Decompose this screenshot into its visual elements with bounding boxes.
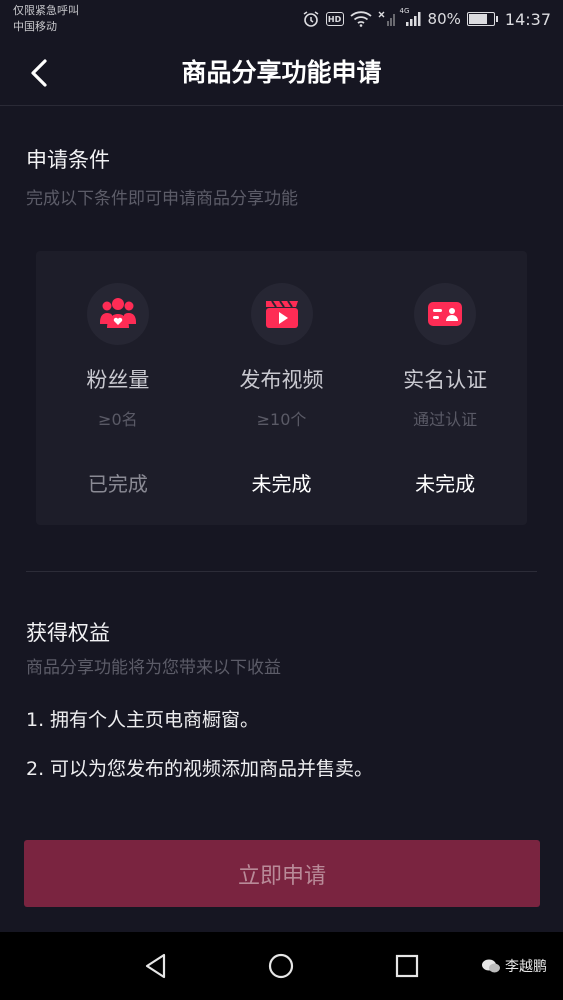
id-card-icon: [414, 283, 477, 345]
emergency-text: 仅限紧急呼叫: [13, 4, 79, 17]
nav-recents-button[interactable]: [393, 952, 421, 984]
list-item-text: 拥有个人主页电商橱窗。: [50, 709, 260, 731]
condition-videos: 发布视频 ≥10个 未完成: [200, 251, 364, 525]
status-bar-left: 仅限紧急呼叫 中国移动: [13, 3, 79, 35]
triangle-back-icon: [145, 953, 166, 979]
benefits-subtitle: 商品分享功能将为您带来以下收益: [26, 658, 281, 678]
nav-back-button[interactable]: [142, 952, 170, 984]
conditions-title: 申请条件: [26, 148, 110, 172]
benefits-title: 获得权益: [26, 621, 110, 645]
battery-icon: [466, 12, 498, 26]
list-item-number: 1.: [26, 709, 45, 731]
carrier-name: 中国移动: [13, 20, 57, 33]
apply-button[interactable]: 立即申请: [24, 840, 540, 907]
condition-requirement: ≥10个: [256, 410, 307, 429]
nav-home-button[interactable]: [267, 952, 295, 984]
alarm-icon: [302, 10, 320, 28]
fans-icon: [86, 283, 149, 345]
section-divider: [26, 571, 537, 572]
cell-signal-icon: 4G: [400, 7, 422, 27]
condition-fans: 粉丝量 ≥0名 已完成: [36, 251, 200, 525]
condition-status: 已完成: [87, 472, 148, 496]
benefits-list: 1. 拥有个人主页电商橱窗。 2. 可以为您发布的视频添加商品并售卖。: [26, 706, 537, 804]
condition-label: 实名认证: [403, 368, 488, 392]
circle-home-icon: [268, 953, 294, 979]
wechat-icon: [482, 959, 500, 973]
conditions-card: 粉丝量 ≥0名 已完成 发布视频 ≥10个 未完成 实名认证 通过认证 未完成: [36, 251, 527, 525]
status-bar-right: HD 4G 80% 14:37: [302, 7, 551, 30]
conditions-subtitle: 完成以下条件即可申请商品分享功能: [26, 189, 298, 209]
watermark-text: 李越鹏: [505, 959, 547, 975]
network-type: 4G: [399, 7, 410, 15]
list-item-number: 2.: [26, 758, 45, 780]
list-item: 2. 可以为您发布的视频添加商品并售卖。: [26, 755, 537, 783]
signal-off-icon: [378, 11, 396, 27]
hd-badge: HD: [325, 12, 344, 26]
battery-percent: 80%: [427, 10, 461, 28]
condition-status: 未完成: [415, 472, 476, 496]
square-recents-icon: [395, 954, 419, 978]
status-bar: 仅限紧急呼叫 中国移动 HD 4G 80% 14:37: [0, 0, 563, 40]
system-nav-bar: 李越鹏: [0, 932, 563, 1000]
list-item: 1. 拥有个人主页电商橱窗。: [26, 706, 537, 734]
watermark: 李越鹏: [481, 956, 547, 976]
condition-requirement: ≥0名: [98, 410, 138, 429]
condition-requirement: 通过认证: [413, 410, 478, 429]
video-clapper-icon: [250, 283, 313, 345]
page-title: 商品分享功能申请: [181, 58, 382, 87]
list-item-text: 可以为您发布的视频添加商品并售卖。: [50, 758, 374, 780]
condition-status: 未完成: [251, 472, 312, 496]
condition-label: 发布视频: [239, 368, 324, 392]
condition-realname: 实名认证 通过认证 未完成: [363, 251, 527, 525]
clock: 14:37: [504, 9, 551, 29]
nav-bar: 商品分享功能申请: [0, 40, 563, 106]
wifi-icon: [349, 11, 372, 27]
condition-label: 粉丝量: [86, 368, 150, 392]
